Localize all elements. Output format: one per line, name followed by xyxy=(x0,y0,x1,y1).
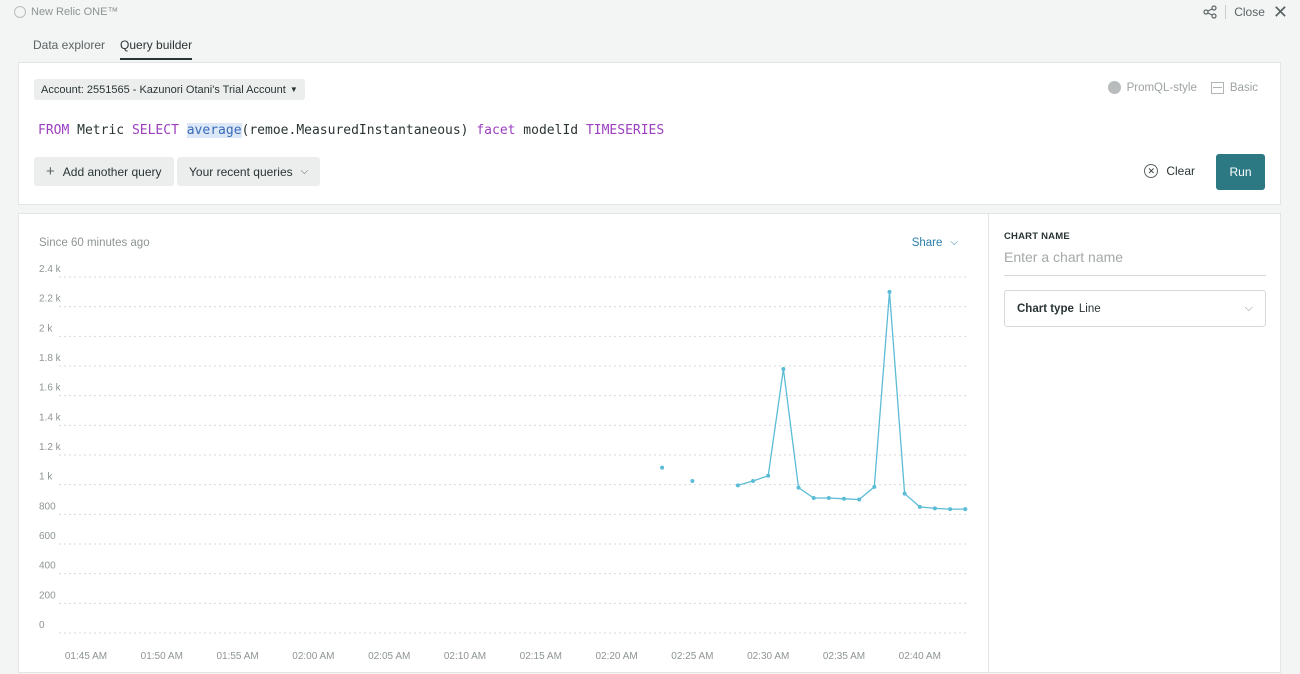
nrql-text xyxy=(179,123,187,138)
data-point xyxy=(690,478,695,483)
x-tick-label: 01:45 AM xyxy=(65,651,107,662)
chart-type-dropdown[interactable]: Chart type Line ⌵ xyxy=(1004,290,1266,327)
y-tick-label: 1.4 k xyxy=(39,412,62,423)
data-point xyxy=(887,289,892,294)
add-query-label: Add another query xyxy=(62,164,162,179)
y-tick-label: 800 xyxy=(39,501,56,512)
data-point xyxy=(811,496,816,501)
y-tick-label: 200 xyxy=(39,590,56,601)
x-tick-label: 01:55 AM xyxy=(216,651,258,662)
data-point xyxy=(872,484,877,489)
series-line xyxy=(737,291,966,510)
nrql-keyword: FROM xyxy=(38,123,70,138)
x-tick-label: 02:05 AM xyxy=(368,651,410,662)
data-point xyxy=(735,483,740,488)
data-point xyxy=(902,491,907,496)
y-tick-label: 1.8 k xyxy=(39,353,62,364)
data-point xyxy=(826,496,831,501)
x-tick-label: 02:20 AM xyxy=(595,651,637,662)
data-point xyxy=(917,504,922,509)
top-actions: Close ✕ xyxy=(1203,3,1288,21)
nrql-keyword: facet xyxy=(476,123,516,138)
nrql-function: average xyxy=(186,123,242,138)
tab-data-explorer[interactable]: Data explorer xyxy=(33,38,105,60)
nrql-text: Metric xyxy=(69,123,132,138)
x-tick-label: 01:50 AM xyxy=(141,651,183,662)
data-point xyxy=(842,496,846,501)
clear-icon: ✕ xyxy=(1144,164,1159,178)
x-tick-label: 02:40 AM xyxy=(899,651,941,662)
close-label[interactable]: Close xyxy=(1234,5,1265,19)
share-nodes-icon[interactable] xyxy=(1203,5,1217,19)
chart-name-input[interactable]: Enter a chart name xyxy=(1004,249,1266,276)
y-tick-label: 1 k xyxy=(39,472,53,483)
x-tick-label: 02:00 AM xyxy=(292,651,334,662)
line-chart: 0 200 400 600 800 1 k 1.2 k 1.4 k 1.6 k 1.8 k 2 k 2… xyxy=(39,264,969,662)
y-tick-label: 400 xyxy=(39,561,56,572)
data-point xyxy=(857,497,862,502)
promql-label: PromQL-style xyxy=(1126,81,1197,94)
tab-query-builder[interactable]: Query builder xyxy=(120,38,193,60)
nrql-text: modelId xyxy=(515,123,586,138)
chart-panel: Since 60 minutes ago Share ⌵ 0 200 400 600 8… xyxy=(18,213,988,673)
account-dropdown[interactable]: Account: 2551565 - Kazunori Otani's Tria… xyxy=(34,79,305,100)
account-label: Account: 2551565 - Kazunori Otani's Tria… xyxy=(41,83,286,96)
x-tick-label: 02:10 AM xyxy=(444,651,486,662)
clear-label: Clear xyxy=(1166,164,1195,178)
data-point xyxy=(766,473,771,478)
data-point xyxy=(660,465,665,470)
promql-icon xyxy=(1107,81,1121,94)
nrql-keyword: SELECT xyxy=(131,123,179,138)
query-panel: Account: 2551565 - Kazunori Otani's Tria… xyxy=(18,62,1281,205)
plus-icon: + xyxy=(46,163,55,180)
page-tabs: Data explorer Query builder xyxy=(33,38,193,60)
close-icon[interactable]: ✕ xyxy=(1273,3,1288,21)
nrql-editor[interactable]: FROM Metric SELECT average(remoe.Measure… xyxy=(38,123,664,138)
clear-button[interactable]: ✕ Clear xyxy=(1144,164,1195,178)
basic-mode-icon xyxy=(1210,81,1224,94)
chart-type-label: Chart type xyxy=(1017,302,1074,315)
chevron-down-icon: ⌵ xyxy=(1244,302,1253,314)
y-tick-label: 1.6 k xyxy=(39,383,62,394)
x-tick-label: 02:30 AM xyxy=(747,651,789,662)
chevron-down-icon: ⌵ xyxy=(300,166,309,177)
y-tick-label: 2 k xyxy=(39,323,53,334)
run-button[interactable]: Run xyxy=(1216,154,1265,190)
basic-label: Basic xyxy=(1229,81,1258,94)
app-brand: New Relic ONE™ xyxy=(14,6,118,18)
y-tick-label: 0 xyxy=(39,620,45,631)
query-mode-toggles: PromQL-style Basic xyxy=(1107,81,1258,94)
y-tick-label: 2.4 k xyxy=(39,264,62,275)
divider xyxy=(1225,5,1227,19)
new-relic-logo-icon xyxy=(14,6,26,18)
promql-mode-button[interactable]: PromQL-style xyxy=(1107,81,1197,94)
data-point xyxy=(948,507,953,512)
y-tick-label: 2.2 k xyxy=(39,294,62,305)
x-tick-label: 02:15 AM xyxy=(520,651,562,662)
nrql-keyword: TIMESERIES xyxy=(585,123,665,138)
data-point xyxy=(751,478,756,483)
app-name: New Relic ONE™ xyxy=(31,6,119,18)
y-tick-label: 1.2 k xyxy=(39,442,62,453)
chart-type-value: Line xyxy=(1078,302,1101,315)
data-point xyxy=(963,507,968,512)
recent-queries-dropdown[interactable]: Your recent queries ⌵ xyxy=(177,157,321,186)
chart-name-label: CHART NAME xyxy=(1004,231,1070,242)
x-tick-label: 02:35 AM xyxy=(823,651,865,662)
recent-queries-label: Your recent queries xyxy=(189,164,293,179)
data-point xyxy=(796,485,801,490)
nrql-text: (remoe.MeasuredInstantaneous) xyxy=(241,123,477,138)
basic-mode-button[interactable]: Basic xyxy=(1210,81,1258,94)
top-bar: New Relic ONE™ Close ✕ xyxy=(0,0,1300,28)
data-point xyxy=(781,366,786,371)
x-tick-label: 02:25 AM xyxy=(671,651,713,662)
data-point xyxy=(932,506,937,511)
chevron-down-icon: ▼ xyxy=(289,85,298,94)
add-query-button[interactable]: + Add another query xyxy=(34,157,174,186)
y-tick-label: 600 xyxy=(39,531,56,542)
chart-settings-panel: CHART NAME Enter a chart name Chart type… xyxy=(988,213,1281,673)
